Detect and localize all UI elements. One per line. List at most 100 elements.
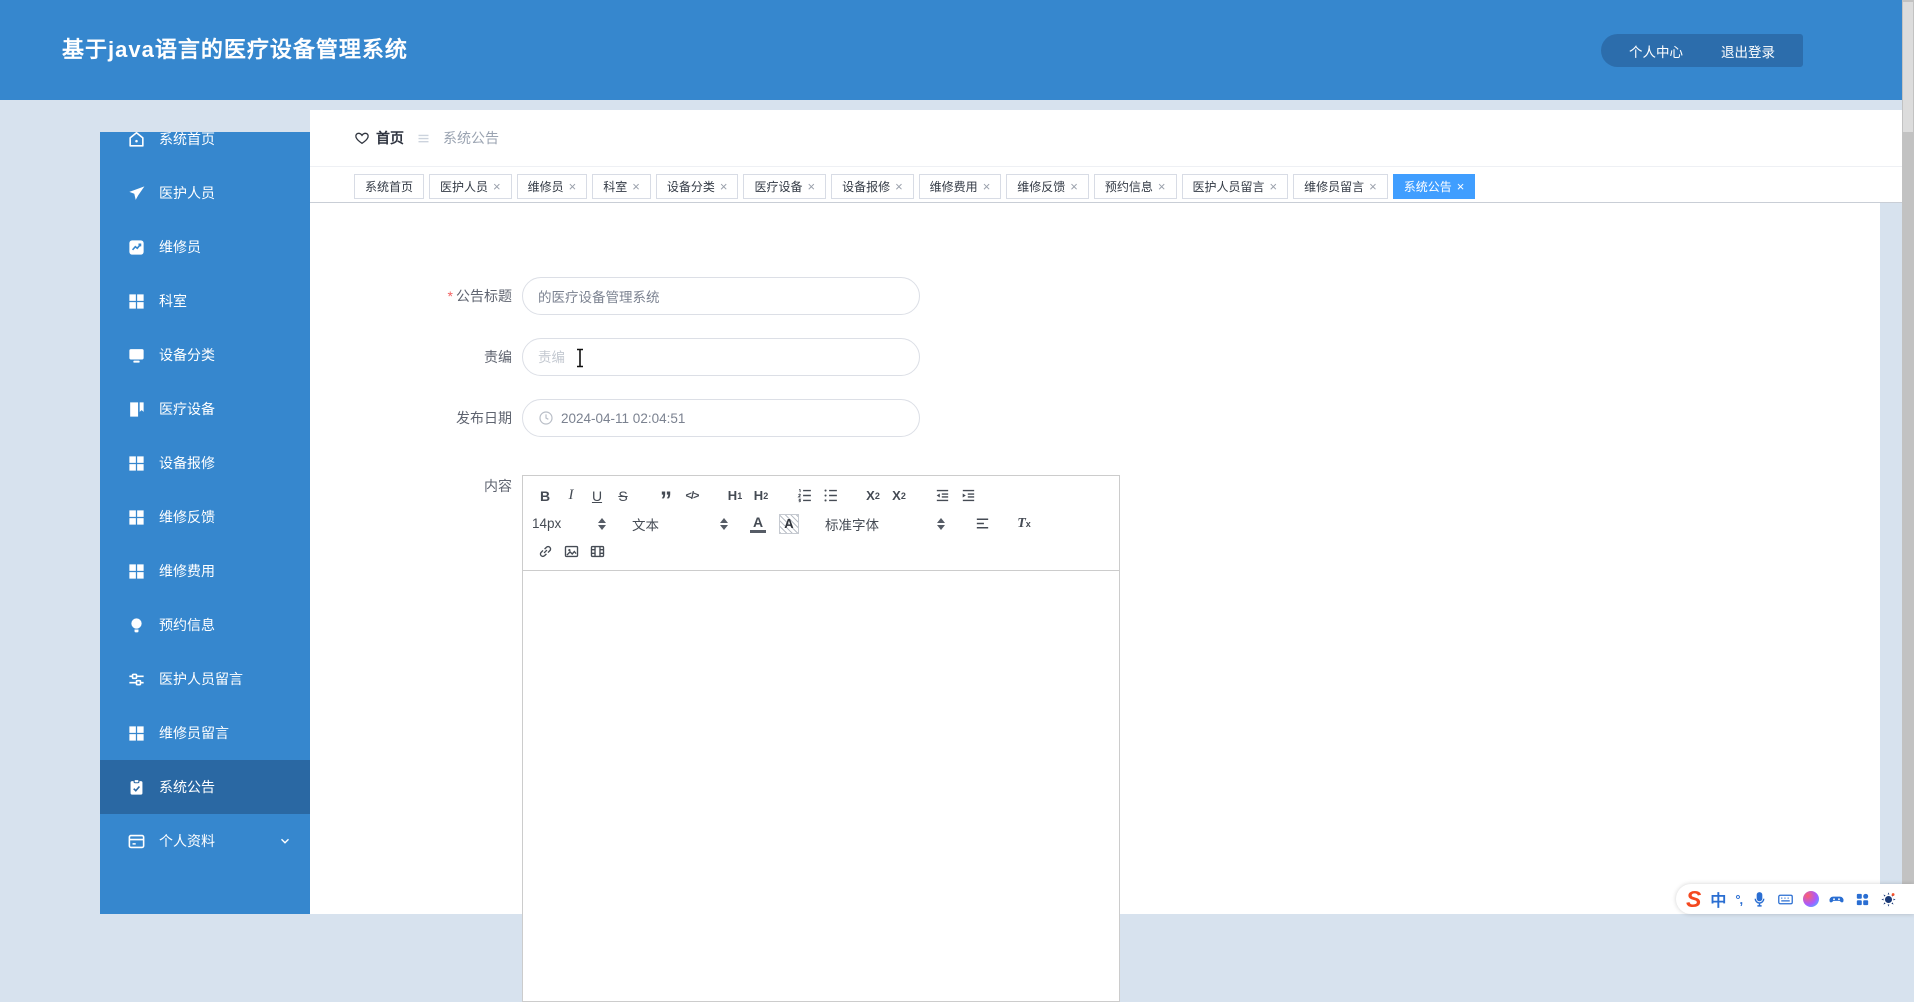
- text-style-select[interactable]: 文本: [632, 514, 728, 534]
- close-icon[interactable]: ×: [1369, 180, 1377, 193]
- scrollbar-thumb[interactable]: [1903, 2, 1913, 132]
- tab-staff-message[interactable]: 医护人员留言 ×: [1181, 174, 1289, 199]
- close-icon[interactable]: ×: [1457, 180, 1465, 193]
- close-icon[interactable]: ×: [983, 180, 991, 193]
- tab-medical-staff[interactable]: 医护人员 ×: [429, 174, 512, 199]
- profile-center-button[interactable]: 个人中心: [1629, 41, 1683, 61]
- page-scrollbar[interactable]: [1902, 0, 1914, 914]
- close-icon[interactable]: ×: [493, 180, 501, 193]
- sidebar-item-label: 预约信息: [159, 617, 215, 633]
- close-icon[interactable]: ×: [569, 180, 577, 193]
- tab-department[interactable]: 科室 ×: [592, 174, 651, 199]
- tab-repair-feedback[interactable]: 维修反馈 ×: [1006, 174, 1089, 199]
- tab-device-repair[interactable]: 设备报修 ×: [831, 174, 914, 199]
- sidebar-item-label: 设备分类: [159, 347, 215, 363]
- strikethrough-button[interactable]: S: [610, 483, 636, 508]
- sidebar-item-repair-feedback[interactable]: 维修反馈: [100, 490, 310, 544]
- close-icon[interactable]: ×: [632, 180, 640, 193]
- close-icon[interactable]: ×: [807, 180, 815, 193]
- tab-announcement[interactable]: 系统公告 ×: [1392, 174, 1476, 199]
- superscript-button[interactable]: X2: [886, 483, 912, 508]
- sidebar-item-label: 科室: [159, 293, 187, 309]
- sidebar-item-label: 维修反馈: [159, 509, 215, 525]
- microphone-icon[interactable]: [1751, 891, 1768, 908]
- font-family-select[interactable]: 标准字体: [825, 514, 945, 534]
- punctuation-icon[interactable]: °,: [1735, 892, 1743, 907]
- bullet-list-icon[interactable]: [817, 483, 843, 508]
- background-color-button[interactable]: A: [779, 513, 799, 534]
- grid-icon: [127, 724, 146, 743]
- subscript-button[interactable]: X2: [860, 483, 886, 508]
- tab-repair-cost[interactable]: 维修费用 ×: [918, 174, 1002, 199]
- sidebar-item-device-repair[interactable]: 设备报修: [100, 436, 310, 490]
- close-icon[interactable]: ×: [1270, 180, 1278, 193]
- sidebar-item-staff-message[interactable]: 医护人员留言: [100, 652, 310, 706]
- sidebar-item-repairman-message[interactable]: 维修员留言: [100, 706, 310, 760]
- ordered-list-icon[interactable]: [791, 483, 817, 508]
- editor-content-area[interactable]: [523, 571, 1119, 1001]
- sidebar-item-department[interactable]: 科室: [100, 274, 310, 328]
- sidebar-item-home[interactable]: 系统首页: [100, 132, 310, 166]
- underline-button[interactable]: U: [584, 483, 610, 508]
- link-icon[interactable]: [532, 539, 558, 564]
- tab-appointment[interactable]: 预约信息 ×: [1093, 174, 1177, 199]
- close-icon[interactable]: ×: [1070, 180, 1078, 193]
- toolbox-icon[interactable]: [1854, 891, 1871, 908]
- font-size-select[interactable]: 14px: [532, 516, 606, 531]
- sidebar-menu: 系统首页 医护人员 维修员科室设备分类医疗设备设备报修维修反馈维修费用预约信息医护人…: [100, 132, 310, 868]
- sidebar-item-announcement[interactable]: 系统公告: [100, 760, 310, 814]
- close-icon[interactable]: ×: [1158, 180, 1166, 193]
- sidebar-item-repairman[interactable]: 维修员: [100, 220, 310, 274]
- keyboard-icon[interactable]: [1777, 891, 1794, 908]
- sidebar-item-medical-staff[interactable]: 医护人员: [100, 166, 310, 220]
- tab-label: 维修费用: [929, 180, 978, 194]
- sidebar: 系统首页 医护人员 维修员科室设备分类医疗设备设备报修维修反馈维修费用预约信息医护人…: [100, 132, 310, 914]
- required-mark: *: [447, 288, 453, 304]
- tab-device-category[interactable]: 设备分类 ×: [655, 174, 739, 199]
- breadcrumb-home[interactable]: 首页: [376, 128, 404, 148]
- indent-icon[interactable]: [955, 483, 981, 508]
- logout-button[interactable]: 退出登录: [1721, 41, 1775, 61]
- app-title: 基于java语言的医疗设备管理系统: [62, 37, 408, 62]
- gamepad-icon[interactable]: [1828, 891, 1845, 908]
- editor-name-field[interactable]: [538, 349, 904, 365]
- sidebar-item-label: 设备报修: [159, 455, 215, 471]
- tab-home[interactable]: 系统首页: [354, 174, 425, 199]
- settings-icon[interactable]: [1880, 891, 1897, 908]
- outdent-icon[interactable]: [929, 483, 955, 508]
- tab-label: 系统公告: [1403, 180, 1452, 194]
- close-icon[interactable]: ×: [720, 180, 728, 193]
- close-icon[interactable]: ×: [895, 180, 903, 193]
- sogou-logo-icon[interactable]: S: [1686, 887, 1701, 911]
- tab-repairman-message[interactable]: 维修员留言 ×: [1293, 174, 1388, 199]
- sidebar-item-device-category[interactable]: 设备分类: [100, 328, 310, 382]
- heading1-button[interactable]: H1: [722, 483, 748, 508]
- sidebar-item-medical-device[interactable]: 医疗设备: [100, 382, 310, 436]
- tab-repairman[interactable]: 维修员 ×: [516, 174, 588, 199]
- announcement-title-field[interactable]: [538, 288, 904, 304]
- clear-format-button[interactable]: Tx: [1011, 511, 1037, 536]
- italic-button[interactable]: I: [558, 483, 584, 508]
- content-label: 内容: [484, 478, 512, 494]
- image-icon[interactable]: [558, 539, 584, 564]
- tab-label: 医护人员: [440, 180, 489, 194]
- sidebar-item-profile[interactable]: 个人资料: [100, 814, 310, 868]
- chinese-mode-icon[interactable]: 中: [1710, 887, 1726, 911]
- breadcrumb: 首页 系统公告: [310, 110, 1902, 167]
- text-color-button[interactable]: A: [750, 515, 766, 533]
- video-icon[interactable]: [584, 539, 610, 564]
- bold-button[interactable]: B: [532, 483, 558, 508]
- tab-label: 系统首页: [365, 180, 414, 194]
- publish-date-field[interactable]: [561, 410, 904, 426]
- heading2-button[interactable]: H2: [748, 483, 774, 508]
- code-block-button[interactable]: </>: [679, 483, 705, 508]
- sidebar-item-repair-cost[interactable]: 维修费用: [100, 544, 310, 598]
- align-icon[interactable]: [969, 511, 995, 536]
- skin-icon[interactable]: [1803, 891, 1820, 907]
- tab-medical-device[interactable]: 医疗设备 ×: [743, 174, 827, 199]
- tab-label: 维修员留言: [1304, 180, 1365, 194]
- sidebar-item-appointment[interactable]: 预约信息: [100, 598, 310, 652]
- bulb-icon: [127, 616, 146, 635]
- blockquote-button[interactable]: ”: [653, 483, 679, 512]
- ime-toolbar: S 中 °,: [1676, 884, 1914, 914]
